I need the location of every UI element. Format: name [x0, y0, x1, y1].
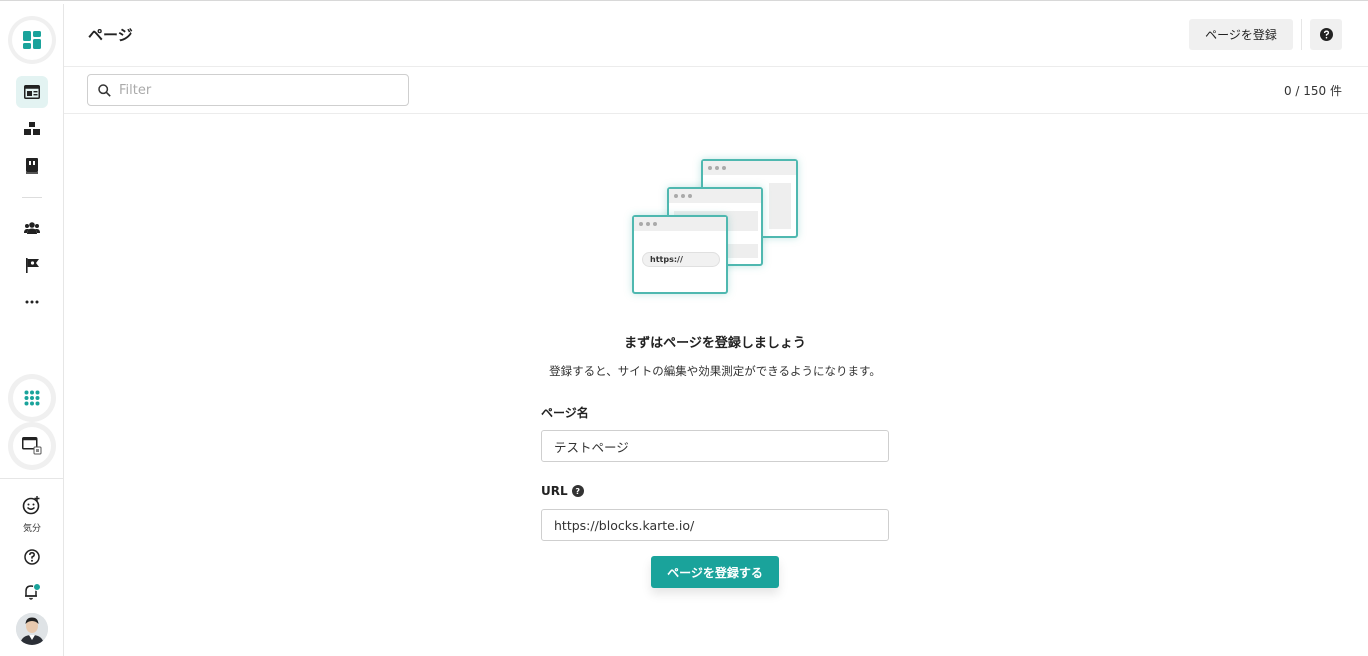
empty-state-heading: まずはページを登録しましょう — [624, 336, 806, 351]
browser-window-icon — [22, 437, 42, 455]
more-icon — [25, 300, 39, 304]
sidebar-bottom-divider — [0, 478, 63, 479]
filter-input[interactable] — [119, 82, 389, 98]
page-name-input[interactable] — [541, 430, 889, 462]
app-grid-logo-icon — [23, 31, 41, 49]
window-titlebar — [669, 189, 761, 203]
mood-label: 気分 — [22, 524, 41, 534]
sidebar: 気分 — [0, 4, 64, 656]
page-count: 0 / 150 件 — [1283, 84, 1342, 98]
filter-bar: 0 / 150 件 — [64, 67, 1368, 114]
url-label-text: URL — [541, 484, 568, 498]
placeholder-block — [769, 183, 791, 229]
url-input[interactable] — [541, 509, 889, 541]
register-page-button[interactable]: ページを登録 — [1189, 19, 1293, 50]
app-logo[interactable] — [8, 16, 56, 64]
flag-icon — [25, 257, 39, 273]
user-photo-icon — [16, 613, 48, 645]
page-name-label-text: ページ名 — [541, 406, 589, 420]
bell-icon — [25, 583, 41, 600]
page-header: ページ ページを登録 — [64, 4, 1368, 67]
header-help-button[interactable] — [1310, 19, 1342, 50]
logo-inner — [12, 20, 52, 60]
page-title: ページ — [88, 26, 133, 44]
help-button[interactable] — [16, 541, 48, 573]
apps-grid-icon — [24, 390, 40, 406]
sidebar-item-flag[interactable] — [16, 249, 48, 281]
submit-register-page-button[interactable]: ページを登録する — [651, 556, 779, 588]
search-icon — [98, 83, 111, 97]
illustration-window-front: https:// — [632, 215, 728, 294]
sidebar-item-users[interactable] — [16, 212, 48, 244]
app-launcher-inner — [13, 379, 51, 417]
window-switch-button[interactable] — [8, 422, 56, 470]
book-icon — [26, 158, 38, 174]
question-circle-icon — [1319, 28, 1333, 41]
sidebar-item-more[interactable] — [16, 286, 48, 318]
page-name-label: ページ名 — [541, 404, 589, 421]
mood-button[interactable]: 気分 — [12, 496, 52, 534]
url-help-icon[interactable]: ? — [571, 485, 584, 497]
window-titlebar — [634, 217, 726, 231]
app-launcher-button[interactable] — [8, 374, 56, 422]
smile-plus-icon — [22, 496, 40, 515]
blocks-icon — [24, 122, 40, 135]
illustration-url-pill: https:// — [642, 252, 720, 267]
sidebar-item-pages[interactable] — [16, 76, 48, 108]
filter-box[interactable] — [87, 74, 409, 106]
user-avatar[interactable] — [16, 613, 48, 645]
url-label: URL ? — [541, 484, 584, 498]
notifications-button[interactable] — [16, 576, 48, 608]
sidebar-item-book[interactable] — [16, 150, 48, 182]
window-switch-inner — [13, 427, 51, 465]
help-circle-icon — [24, 549, 40, 565]
sidebar-divider — [22, 197, 42, 198]
empty-state-description: 登録すると、サイトの編集や効果測定ができるようになります。 — [549, 364, 881, 378]
users-icon — [24, 222, 40, 234]
window-titlebar — [703, 161, 796, 175]
page-layout-icon — [24, 85, 40, 99]
sidebar-item-blocks[interactable] — [16, 113, 48, 145]
header-divider — [1301, 19, 1302, 50]
